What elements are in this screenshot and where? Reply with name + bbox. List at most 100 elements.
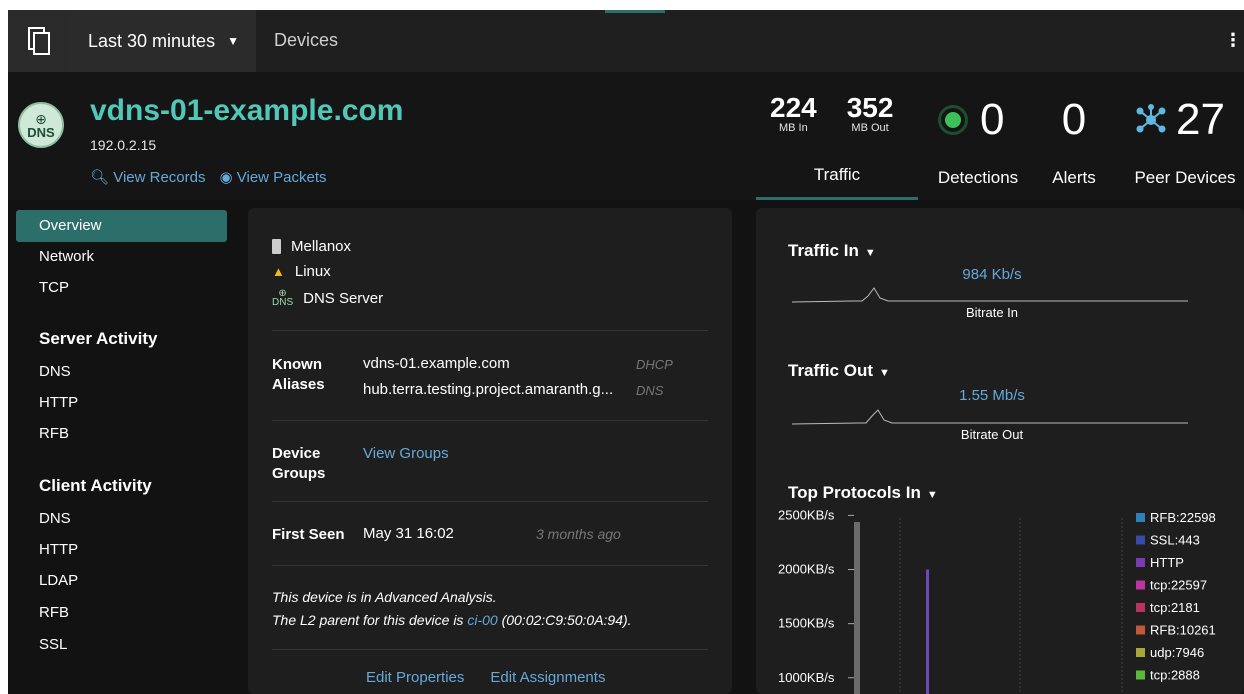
divider (272, 649, 708, 650)
client-activity-heading: Client Activity (39, 476, 152, 495)
y-axis-band (854, 522, 860, 694)
search-icon: 🔍︎ (90, 169, 110, 186)
time-range-selector[interactable]: Last 30 minutes ▼ (70, 10, 256, 72)
status-dot-icon (938, 105, 968, 135)
chip-icon (272, 239, 281, 254)
divider (272, 565, 708, 566)
device-ip: 192.0.2.15 (90, 137, 157, 153)
nav-client-http[interactable]: HTTP (39, 541, 78, 558)
caret-down-icon: ▼ (879, 367, 890, 379)
alerts-label: Alerts (1052, 168, 1096, 187)
view-groups-link[interactable]: View Groups (363, 445, 449, 462)
traffic-out-title[interactable]: Traffic Out ▼ (788, 361, 890, 381)
legend-label: tcp:2888 (1150, 668, 1200, 683)
device-details-panel: Mellanox ▲ Linux ⊕ DNS DNS Server Known A… (248, 208, 732, 694)
caret-down-icon: ▼ (864, 247, 876, 259)
detections-count: 0 (980, 95, 1005, 144)
device-name: vdns-01-example.com (90, 94, 404, 127)
top-protocols-chart: 2500KB/s 2000KB/s 1500KB/s 1000KB/s RFB:2259… (778, 510, 1216, 694)
detections-metric[interactable]: 0 Detections (928, 72, 1028, 200)
alias-source-1: DHCP (636, 357, 673, 372)
linux-icon: ▲ (272, 264, 285, 279)
alerts-metric[interactable]: 0 Alerts (1044, 72, 1104, 200)
nav-server-rfb[interactable]: RFB (39, 425, 69, 442)
os-value: Linux (294, 263, 331, 280)
legend-label: tcp:22597 (1150, 578, 1207, 593)
advanced-analysis-note: This device is in Advanced Analysis. (272, 589, 497, 605)
legend-label: udp:7946 (1150, 645, 1204, 660)
kebab-icon[interactable]: ⋮ (1224, 30, 1242, 51)
protocol-spike-bar (926, 569, 929, 694)
top-protocols-title-text: Top Protocols In (788, 483, 921, 502)
metrics-panel: Traffic In ▼ 984 Kb/s Bitrate In Traffic … (756, 208, 1244, 694)
view-packets-label: View Packets (236, 169, 327, 186)
top-protocols-title[interactable]: Top Protocols In ▼ (788, 483, 938, 503)
devices-icon (28, 27, 50, 55)
os-row: ▲ Linux (272, 263, 331, 280)
vendor-row: Mellanox (272, 238, 351, 255)
device-links: 🔍︎ View Records ◉ View Packets (90, 168, 327, 186)
peer-count: 27 (1176, 95, 1225, 144)
traffic-in-rate: 984 Kb/s (962, 266, 1022, 283)
legend-label: HTTP (1150, 555, 1184, 570)
top-bar: Last 30 minutes ▼ Devices ⋮ (8, 10, 1244, 72)
legend-swatch (1136, 558, 1145, 567)
mb-in-value: 224 (770, 92, 817, 123)
left-nav: Overview Network TCP Server Activity DNS… (8, 208, 240, 694)
peer-devices-metric[interactable]: 27 Peer Devices (1126, 72, 1244, 200)
divider (272, 501, 708, 502)
dns-role-icon: ⊕ DNS (272, 288, 294, 308)
nav-client-ldap[interactable]: LDAP (39, 572, 78, 589)
legend-label: tcp:2181 (1150, 600, 1200, 615)
alias-source-2: DNS (636, 383, 664, 398)
first-seen-value: May 31 16:02 (363, 525, 454, 542)
legend-swatch (1136, 648, 1145, 657)
legend-label: RFB:22598 (1150, 510, 1216, 525)
traffic-out-title-text: Traffic Out (788, 361, 874, 380)
peer-devices-label: Peer Devices (1134, 168, 1236, 187)
mb-out-label: MB Out (851, 122, 889, 134)
detections-label: Detections (937, 168, 1019, 187)
nav-network[interactable]: Network (39, 248, 94, 265)
server-activity-heading: Server Activity (39, 329, 158, 348)
nav-client-ssl[interactable]: SSL (39, 636, 67, 653)
detail-actions: Edit Properties Edit Assignments (366, 669, 605, 686)
divider (272, 330, 708, 331)
role-value: DNS Server (303, 289, 384, 307)
bitrate-out-label: Bitrate Out (960, 427, 1024, 442)
traffic-in-title[interactable]: Traffic In ▼ (788, 241, 876, 261)
nav-tcp[interactable]: TCP (39, 279, 69, 296)
nav-client-rfb[interactable]: RFB (39, 604, 69, 621)
mb-out-value: 352 (846, 92, 894, 123)
nav-client-dns[interactable]: DNS (39, 510, 71, 527)
edit-properties-button[interactable]: Edit Properties (366, 669, 464, 686)
legend-label: RFB:10261 (1150, 623, 1216, 638)
traffic-metric[interactable]: 224 MB In 352 MB Out Traffic (756, 72, 918, 200)
mb-in: 224 MB In (770, 92, 817, 135)
l2-parent-text: The L2 parent for this device is (272, 612, 468, 628)
peer-network-icon (1136, 104, 1166, 133)
nav-server-dns[interactable]: DNS (39, 363, 71, 380)
alerts-count: 0 (1061, 95, 1087, 144)
legend-label: SSL:443 (1150, 533, 1200, 548)
traffic-out-rate: 1.55 Mb/s (959, 387, 1025, 404)
breadcrumb-devices[interactable]: Devices (274, 30, 338, 51)
first-seen-relative: 3 months ago (536, 526, 621, 542)
legend-swatch (1136, 670, 1145, 680)
legend-swatch (1136, 513, 1145, 522)
bitrate-in-label: Bitrate In (965, 305, 1019, 320)
nav-server-http[interactable]: HTTP (39, 394, 78, 411)
device-page: Last 30 minutes ▼ Devices ⋮ ⊕ DNS vdns-0… (8, 10, 1244, 694)
y-tick-label: 1500KB/s (778, 616, 835, 631)
view-packets-link[interactable]: ◉ View Packets (219, 168, 326, 186)
devices-menu-button[interactable] (8, 10, 70, 72)
dns-icon: ⊕ DNS (18, 102, 64, 148)
alias-name-1: vdns-01.example.com (363, 355, 510, 372)
nav-overview[interactable]: Overview (39, 217, 102, 234)
l2-parent-link[interactable]: ci-00 (467, 612, 497, 628)
l2-parent-mac: (00:02:C9:50:0A:94). (497, 612, 632, 628)
y-tick-label: 1000KB/s (778, 670, 835, 685)
view-records-link[interactable]: 🔍︎ View Records (90, 168, 205, 186)
edit-assignments-button[interactable]: Edit Assignments (490, 669, 605, 686)
caret-down-icon: ▼ (227, 34, 239, 48)
